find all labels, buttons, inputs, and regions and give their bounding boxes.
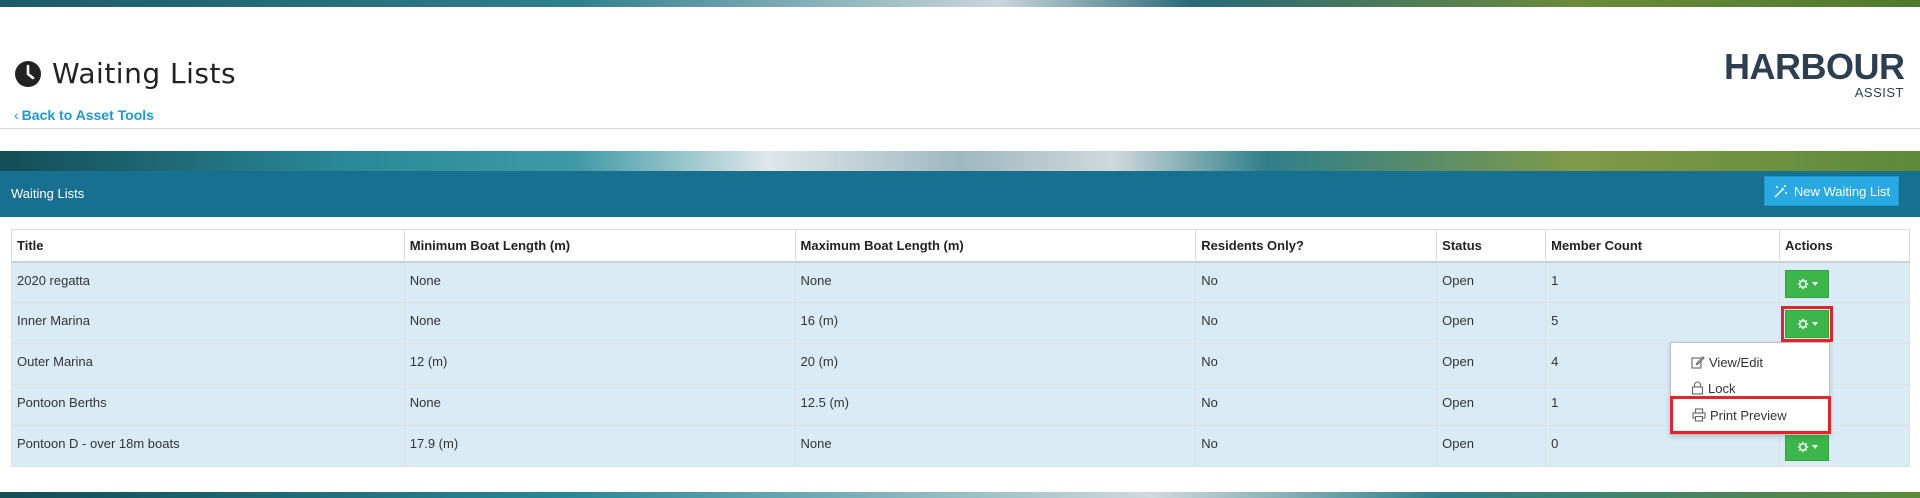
banner-image	[0, 151, 1920, 171]
panel-title: Waiting Lists	[11, 186, 85, 201]
cell-member-count: 5	[1545, 302, 1780, 344]
cell-status: Open	[1436, 261, 1547, 303]
menu-item-label: Lock	[1708, 380, 1736, 396]
column-header-max-length: Maximum Boat Length (m)	[794, 229, 1197, 263]
menu-item-lock[interactable]: Lock	[1671, 377, 1829, 399]
harbour-assist-logo: HARBOUR ASSIST	[1724, 46, 1905, 103]
cell-residents: No	[1195, 261, 1438, 303]
cell-status: Open	[1436, 302, 1547, 344]
logo-sub-text: ASSIST	[1854, 85, 1904, 100]
cell-max-length: 16 (m)	[794, 302, 1197, 344]
cell-max-length: None	[794, 425, 1197, 467]
magic-wand-icon	[1774, 184, 1787, 197]
actions-gear-button-open[interactable]	[1781, 306, 1833, 342]
page-header: Waiting Lists ‹ Back to Asset Tools HARB…	[0, 7, 1920, 129]
clock-icon	[15, 60, 41, 87]
cell-actions	[1779, 302, 1910, 344]
table-row: Outer Marina 12 (m) 20 (m) No Open 4	[11, 343, 1910, 385]
cell-status: Open	[1436, 343, 1547, 385]
cell-max-length: None	[794, 261, 1197, 303]
back-link-label: Back to Asset Tools	[21, 107, 154, 123]
caret-down-icon	[1811, 281, 1818, 286]
column-header-title: Title	[11, 229, 405, 263]
actions-gear-button[interactable]	[1785, 269, 1829, 298]
panel-header: Waiting Lists New Waiting List	[0, 171, 1920, 217]
cell-min-length: None	[403, 302, 796, 344]
table-row: Inner Marina None 16 (m) No Open 5	[11, 302, 1910, 344]
cell-max-length: 12.5 (m)	[794, 384, 1197, 426]
cell-min-length: None	[403, 384, 796, 426]
actions-gear-button[interactable]	[1785, 433, 1829, 461]
print-icon	[1692, 408, 1706, 422]
column-header-residents: Residents Only?	[1195, 229, 1438, 263]
table-row: 2020 regatta None None No Open 1	[11, 261, 1910, 303]
cell-min-length: 12 (m)	[403, 343, 796, 385]
cell-residents: No	[1195, 384, 1438, 426]
edit-icon	[1691, 356, 1705, 369]
table-header-row: Title Minimum Boat Length (m) Maximum Bo…	[11, 229, 1910, 263]
menu-item-label: View/Edit	[1709, 354, 1763, 370]
cell-title: Inner Marina	[11, 302, 405, 344]
back-to-asset-tools-link[interactable]: ‹ Back to Asset Tools	[14, 107, 154, 123]
top-banner-image	[0, 0, 1920, 7]
table-row: Pontoon Berths None 12.5 (m) No Open 1	[11, 384, 1910, 426]
cell-residents: No	[1195, 425, 1438, 467]
logo-main-text: HARBOUR	[1724, 46, 1905, 87]
gear-icon	[1797, 318, 1808, 330]
cell-title: Pontoon Berths	[11, 384, 405, 426]
cell-title: 2020 regatta	[11, 261, 405, 303]
cell-title: Outer Marina	[11, 343, 405, 385]
column-header-min-length: Minimum Boat Length (m)	[403, 229, 796, 263]
cell-residents: No	[1195, 343, 1438, 385]
gear-icon	[1797, 441, 1808, 453]
menu-item-view-edit[interactable]: View/Edit	[1671, 351, 1829, 373]
cell-member-count: 1	[1545, 261, 1780, 303]
cell-actions	[1779, 261, 1910, 303]
lock-icon	[1691, 381, 1704, 395]
chevron-left-icon: ‹	[14, 107, 19, 123]
cell-title: Pontoon D - over 18m boats	[11, 425, 405, 467]
bottom-banner-image	[0, 492, 1920, 498]
menu-item-print-preview[interactable]: Print Preview	[1670, 396, 1831, 434]
column-header-member-count: Member Count	[1545, 229, 1780, 263]
column-header-actions: Actions	[1779, 229, 1910, 263]
waiting-lists-panel: Waiting Lists New Waiting List Title Min…	[0, 171, 1920, 492]
new-waiting-list-button[interactable]: New Waiting List	[1764, 176, 1899, 206]
cell-residents: No	[1195, 302, 1438, 344]
cell-status: Open	[1436, 384, 1547, 426]
caret-down-icon	[1811, 322, 1818, 326]
gear-icon	[1797, 278, 1808, 289]
cell-min-length: None	[403, 261, 796, 303]
waiting-lists-table: Title Minimum Boat Length (m) Maximum Bo…	[11, 229, 1910, 467]
cell-max-length: 20 (m)	[794, 343, 1197, 385]
caret-down-icon	[1811, 445, 1818, 449]
cell-status: Open	[1436, 425, 1547, 467]
page-title-group: Waiting Lists	[14, 57, 236, 90]
actions-dropdown-menu: View/Edit Lock Print Preview	[1670, 342, 1831, 435]
cell-min-length: 17.9 (m)	[403, 425, 796, 467]
menu-item-label: Print Preview	[1710, 407, 1787, 423]
page-title: Waiting Lists	[52, 57, 237, 90]
column-header-status: Status	[1436, 229, 1547, 263]
new-button-label: New Waiting List	[1793, 183, 1891, 199]
table-row: Pontoon D - over 18m boats 17.9 (m) None…	[11, 425, 1910, 467]
